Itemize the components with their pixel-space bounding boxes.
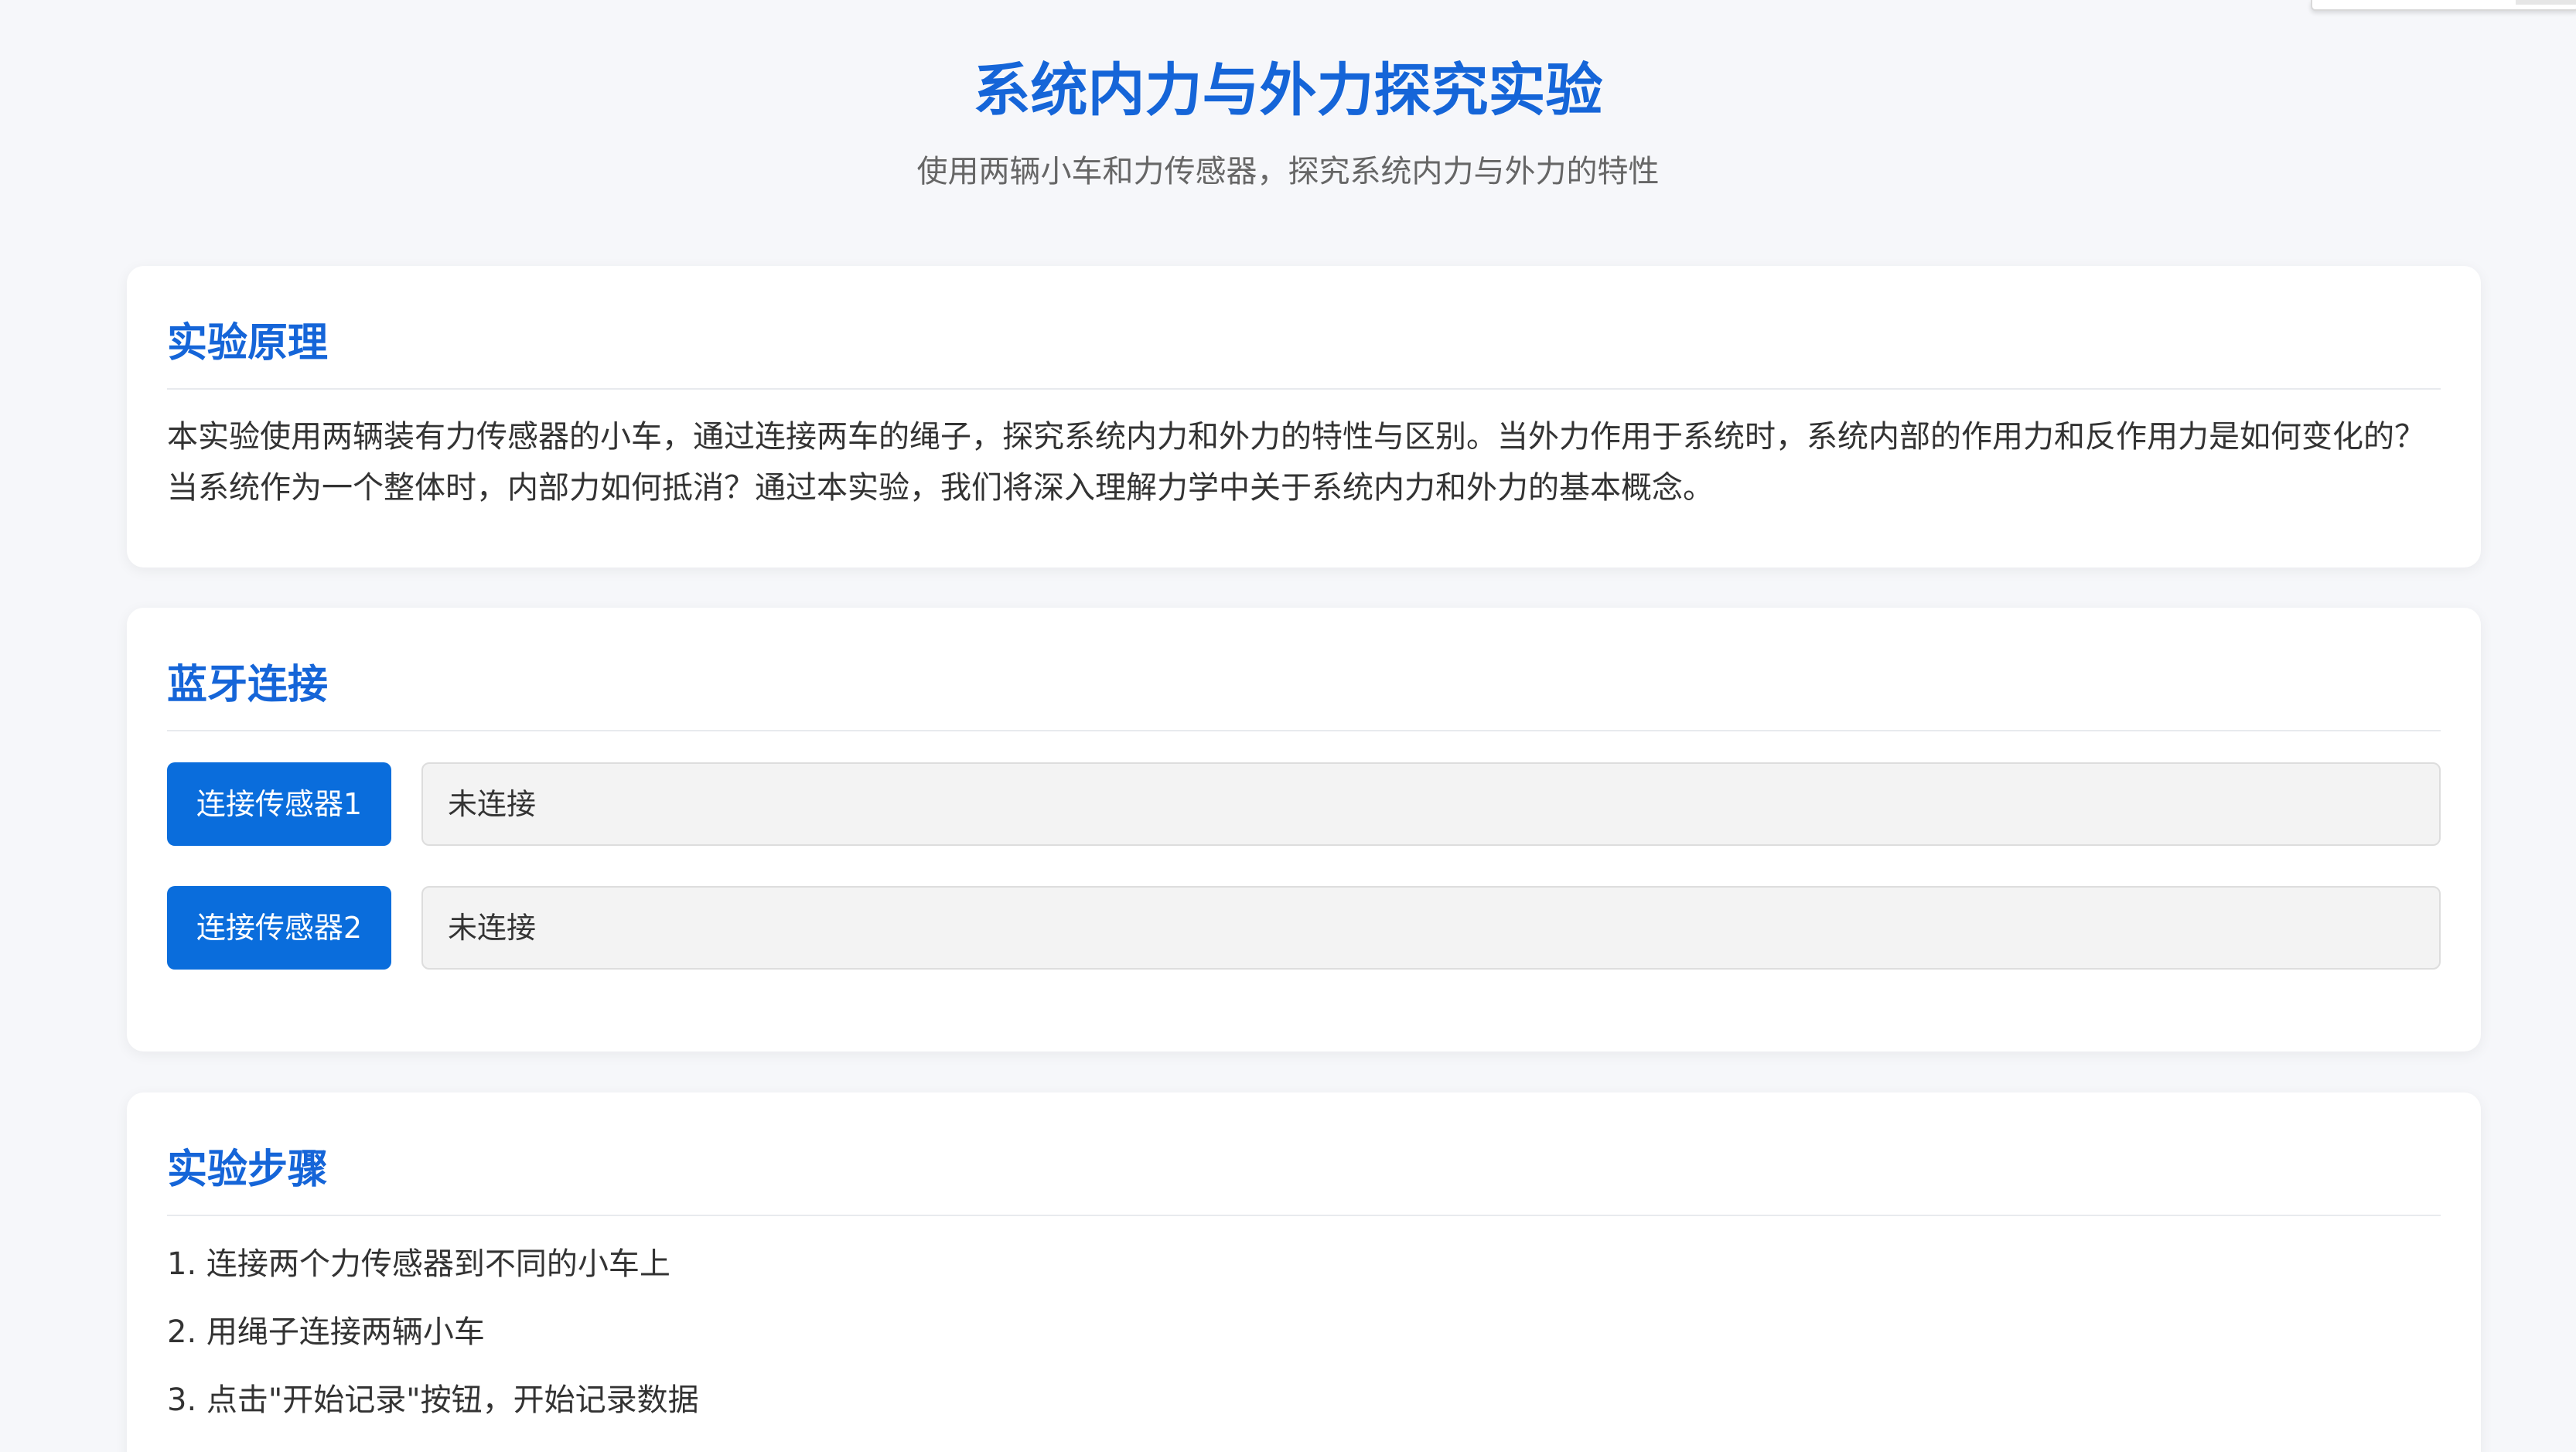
bluetooth-card: 蓝牙连接 连接传感器1 未连接 连接传感器2 未连接 (127, 608, 2481, 1052)
principle-title: 实验原理 (167, 320, 329, 366)
bluetooth-title: 蓝牙连接 (167, 662, 329, 708)
connect-sensor-1-button[interactable]: 连接传感器1 (167, 762, 391, 846)
page-title: 系统内力与外力探究实验 (973, 57, 1603, 124)
steps-title: 实验步骤 (167, 1147, 329, 1193)
principle-text: 本实验使用两辆装有力传感器的小车，通过连接两车的绳子，探究系统内力和外力的特性与… (167, 419, 2425, 506)
steps-card: 实验步骤 1. 连接两个力传感器到不同的小车上 2. 用绳子连接两辆小车 3. … (127, 1092, 2481, 1452)
sensor-2-row: 连接传感器2 未连接 (167, 886, 2441, 970)
step-item-2: 2. 用绳子连接两辆小车 (167, 1314, 485, 1350)
principle-divider (167, 388, 2441, 390)
sensor-1-status: 未连接 (421, 762, 2441, 846)
popup-edge-mark (2516, 0, 2576, 5)
step-item-3: 3. 点击"开始记录"按钮，开始记录数据 (167, 1382, 699, 1418)
sensor-2-status: 未连接 (421, 886, 2441, 970)
steps-divider (167, 1215, 2441, 1216)
connect-sensor-2-button[interactable]: 连接传感器2 (167, 886, 391, 970)
sensor-1-row: 连接传感器1 未连接 (167, 762, 2441, 846)
principle-card: 实验原理 本实验使用两辆装有力传感器的小车，通过连接两车的绳子，探究系统内力和外… (127, 266, 2481, 568)
page-header: 系统内力与外力探究实验 使用两辆小车和力传感器，探究系统内力与外力的特性 (0, 48, 2576, 193)
browser-popup-edge (2311, 0, 2576, 11)
step-item-1: 1. 连接两个力传感器到不同的小车上 (167, 1246, 670, 1282)
page: 系统内力与外力探究实验 使用两辆小车和力传感器，探究系统内力与外力的特性 实验原… (0, 0, 2576, 1452)
page-subtitle: 使用两辆小车和力传感器，探究系统内力与外力的特性 (916, 154, 1660, 189)
bluetooth-divider (167, 730, 2441, 731)
steps-list: 1. 连接两个力传感器到不同的小车上 2. 用绳子连接两辆小车 3. 点击"开始… (167, 1242, 2441, 1422)
